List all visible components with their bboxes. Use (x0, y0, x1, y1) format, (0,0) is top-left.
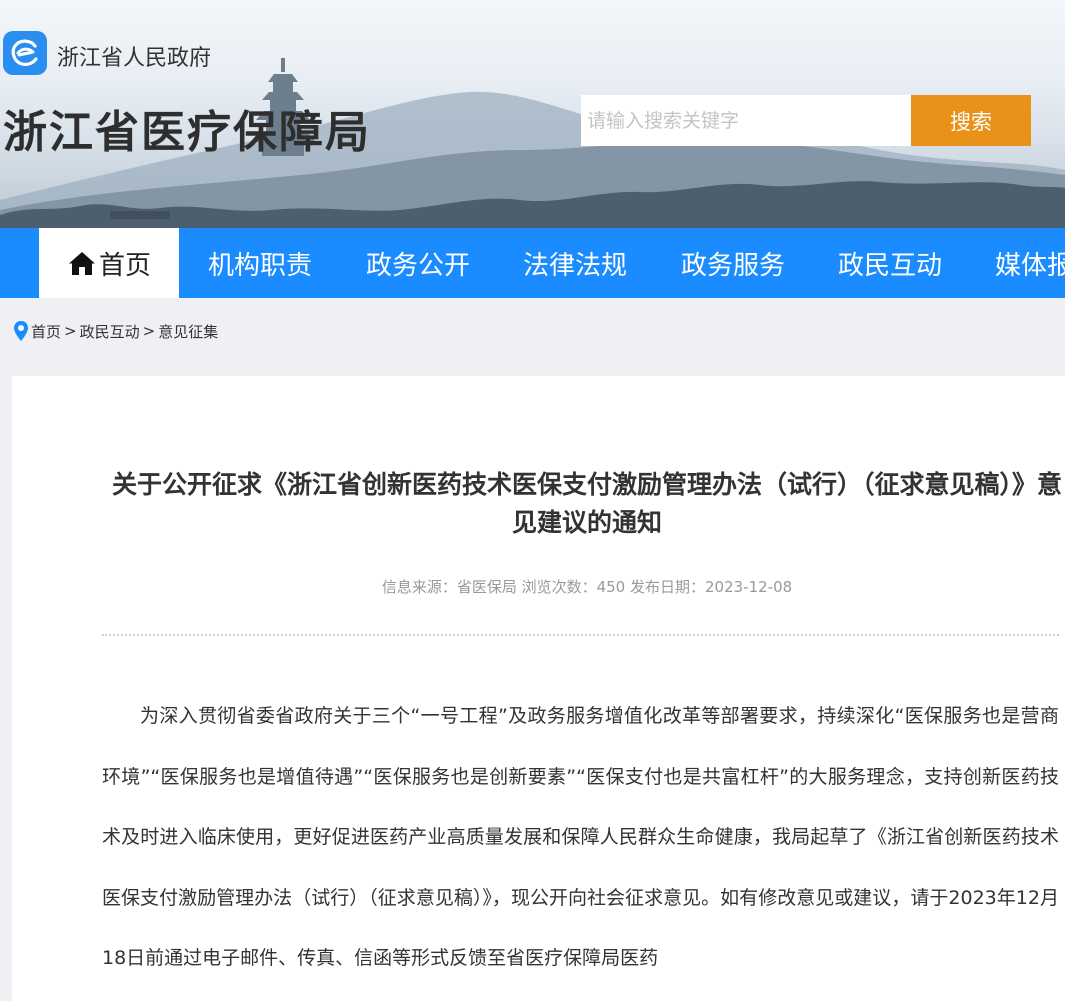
search-button[interactable]: 搜索 (911, 95, 1031, 146)
nav-item-home[interactable]: 首页 (39, 228, 179, 298)
nav-item-gov-affairs[interactable]: 政务公开 (366, 228, 470, 298)
nav-item-laws[interactable]: 法律法规 (523, 228, 627, 298)
breadcrumb-separator: > (64, 322, 77, 340)
breadcrumb: 首页 > 政民互动 > 意见征集 (13, 318, 218, 344)
breadcrumb-home[interactable]: 首页 (31, 321, 61, 342)
breadcrumb-current[interactable]: 意见征集 (158, 321, 218, 342)
main-nav: 首页 机构职责 政务公开 法律法规 政务服务 政民互动 媒体报 (0, 228, 1065, 298)
nav-item-label: 政务服务 (681, 250, 786, 281)
article-panel: 关于公开征求《浙江省创新医药技术医保支付激励管理办法（试行）（征求意见稿）》意见… (12, 376, 1065, 1001)
gov-name[interactable]: 浙江省人民政府 (57, 40, 211, 72)
home-icon (68, 252, 95, 275)
nav-item-media[interactable]: 媒体报 (995, 228, 1065, 298)
site-banner: 浙江省人民政府 浙江省医疗保障局 搜索 (0, 0, 1065, 228)
article-title: 关于公开征求《浙江省创新医药技术医保支付激励管理办法（试行）（征求意见稿）》意见… (111, 470, 1062, 537)
gov-logo[interactable] (3, 31, 47, 75)
nav-item-label: 政民互动 (838, 250, 943, 281)
location-pin-icon (14, 321, 28, 341)
nav-item-interaction[interactable]: 政民互动 (838, 228, 942, 298)
breadcrumb-separator: > (142, 322, 156, 340)
nav-item-label: 法律法规 (523, 250, 628, 281)
breadcrumb-interaction[interactable]: 政民互动 (80, 321, 140, 342)
nav-item-label: 机构职责 (208, 250, 313, 281)
article-meta: 信息来源：省医保局 浏览次数：450 发布日期：2023-12-08 (381, 578, 793, 596)
divider (102, 634, 1059, 636)
nav-item-label: 政务公开 (366, 250, 471, 281)
nav-item-organization[interactable]: 机构职责 (208, 228, 312, 298)
search-input[interactable] (581, 95, 911, 146)
nav-item-label: 首页 (98, 250, 151, 281)
site-title: 浙江省医疗保障局 (3, 107, 371, 158)
gov-logo-icon (11, 39, 38, 67)
nav-item-services[interactable]: 政务服务 (681, 228, 785, 298)
article-body: 为深入贯彻省委省政府关于三个“一号工程”及政务服务增值化改革等部署要求，持续深化… (102, 705, 1059, 969)
nav-item-label: 媒体报 (995, 250, 1065, 281)
